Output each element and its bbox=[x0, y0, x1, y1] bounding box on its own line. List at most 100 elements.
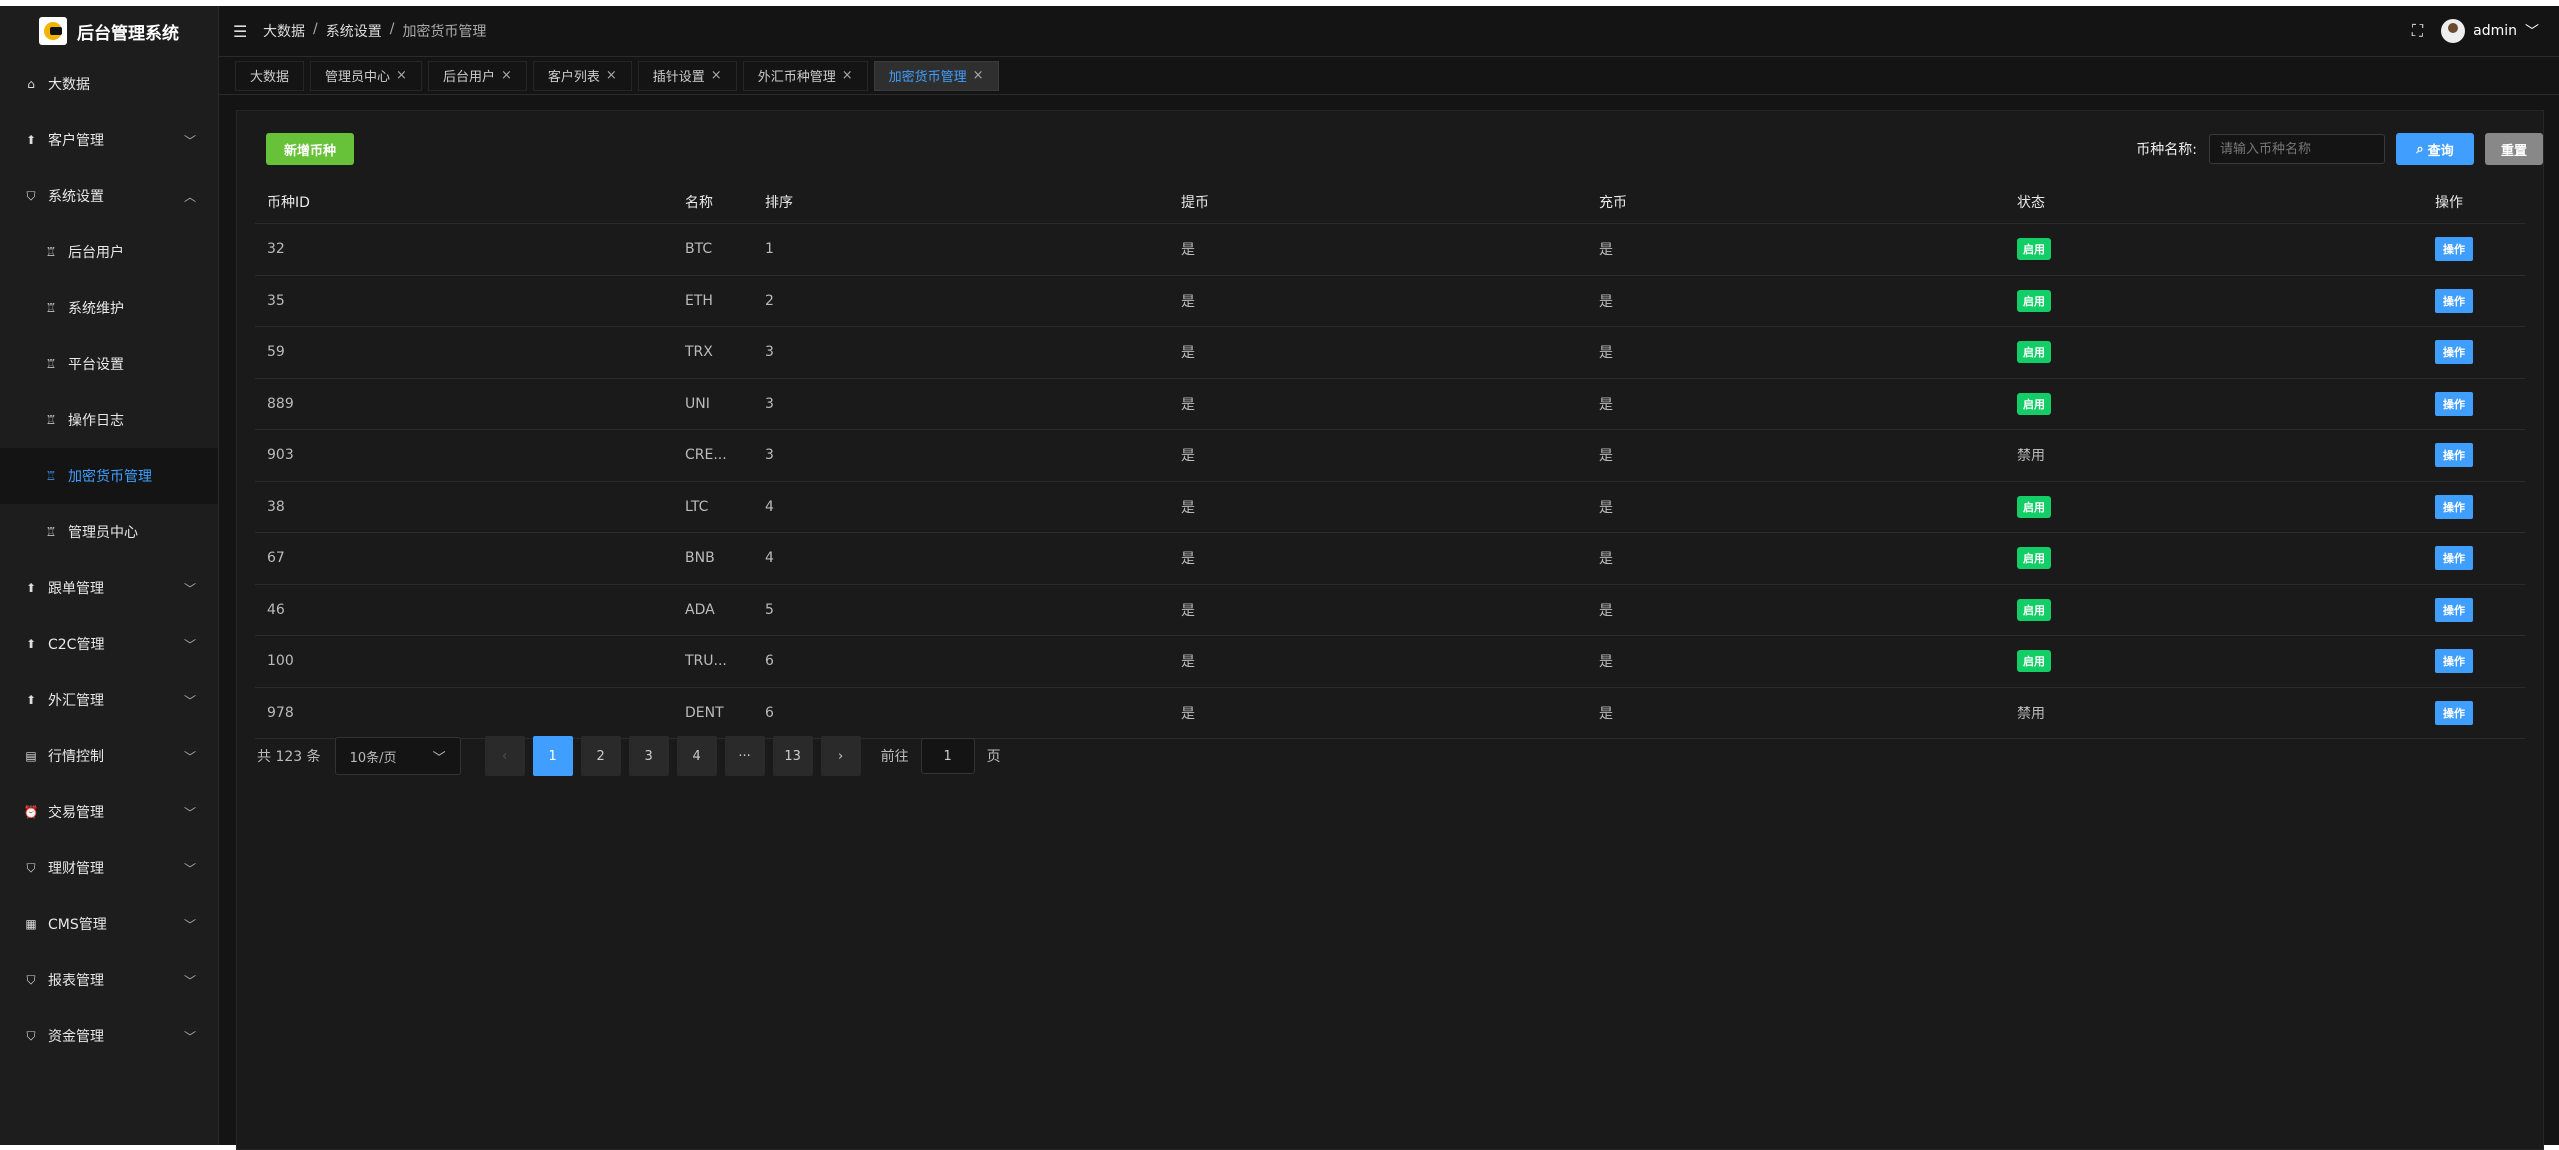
operate-button[interactable]: 操作 bbox=[2435, 649, 2473, 674]
username: admin bbox=[2473, 23, 2517, 39]
thumb-icon: ♖ bbox=[45, 301, 57, 315]
status-badge: 启用 bbox=[2017, 495, 2051, 518]
breadcrumb-separator: / bbox=[389, 21, 395, 37]
operate-button[interactable]: 操作 bbox=[2435, 237, 2473, 262]
sidebar-item[interactable]: ♖ 平台设置 bbox=[0, 336, 218, 392]
column-header: 提币 bbox=[1169, 181, 1587, 224]
cell-status: 禁用 bbox=[2005, 687, 2423, 739]
cell-withdraw: 是 bbox=[1169, 429, 1587, 482]
chevron-down-icon: ﹀ bbox=[183, 974, 196, 988]
sidebar-item-label: 加密货币管理 bbox=[68, 469, 152, 485]
chevron-up-icon: ︿ bbox=[183, 190, 196, 204]
sidebar-item[interactable]: ⌂ 大数据 bbox=[0, 56, 218, 112]
cell-status: 启用 bbox=[2005, 481, 2423, 533]
page-size-select[interactable]: 10条/页 ﹀ bbox=[334, 737, 461, 775]
page-button[interactable]: 13 bbox=[772, 736, 813, 776]
sidebar-item[interactable]: ⬆ 客户管理 ﹀ bbox=[0, 112, 218, 168]
sidebar-item[interactable]: ♖ 管理员中心 bbox=[0, 504, 218, 560]
hamburger-icon[interactable]: ☰ bbox=[233, 22, 253, 41]
tab-label: 大数据 bbox=[250, 70, 290, 85]
currency-table: 币种ID 名称 排序 提币 充币 状态 操作 32 BTC 1 是是启用 操作 35 ETH 2 是是启用操… bbox=[255, 181, 2525, 739]
sidebar-item[interactable]: ♖ 加密货币管理 bbox=[0, 448, 218, 504]
tab[interactable]: 大数据 bbox=[235, 60, 305, 91]
breadcrumb-item-settings[interactable]: 系统设置 bbox=[326, 21, 382, 41]
sidebar-item[interactable]: ▦ CMS管理 ﹀ bbox=[0, 896, 218, 952]
cell-sort: 5 bbox=[753, 584, 1169, 636]
pagination: 共 123 条 10条/页 ﹀ ‹1234···13› 前往 页 bbox=[257, 736, 1001, 776]
operate-button[interactable]: 操作 bbox=[2435, 443, 2473, 468]
sidebar-item[interactable]: ♖ 后台用户 bbox=[0, 224, 218, 280]
search-label: 币种名称: bbox=[2136, 142, 2197, 158]
tab[interactable]: 插针设置 × bbox=[637, 60, 737, 91]
query-button[interactable]: ⌕ 查询 bbox=[2396, 133, 2474, 165]
cell-id: 38 bbox=[255, 481, 673, 533]
cell-id: 46 bbox=[255, 584, 673, 636]
fullscreen-icon[interactable]: ⛶ bbox=[2412, 21, 2423, 41]
operate-button[interactable]: 操作 bbox=[2435, 288, 2473, 313]
operate-button[interactable]: 操作 bbox=[2435, 700, 2473, 725]
cell-name: BTC bbox=[673, 223, 753, 276]
tab[interactable]: 客户列表 × bbox=[532, 60, 632, 91]
page-button[interactable]: 2 bbox=[580, 736, 621, 776]
table-row: 59 TRX 3 是是启用 操作 bbox=[255, 326, 2525, 379]
sidebar-item[interactable]: ▤ 行情控制 ﹀ bbox=[0, 728, 218, 784]
cell-withdraw: 是 bbox=[1169, 326, 1587, 379]
sidebar-item[interactable]: ⛉ 资金管理 ﹀ bbox=[0, 1008, 218, 1064]
tab[interactable]: 加密货币管理 × bbox=[873, 60, 999, 91]
cell-sort: 6 bbox=[753, 635, 1169, 688]
add-currency-button[interactable]: 新增币种 bbox=[266, 133, 354, 165]
sidebar-item-label: 行情控制 bbox=[48, 749, 104, 765]
cell-id: 903 bbox=[255, 429, 673, 482]
sidebar-item[interactable]: ⏰ 交易管理 ﹀ bbox=[0, 784, 218, 840]
user-menu[interactable]: admin ﹀ bbox=[2441, 19, 2539, 43]
sidebar-item[interactable]: ♖ 系统维护 bbox=[0, 280, 218, 336]
status-badge: 启用 bbox=[2017, 238, 2051, 261]
search-input[interactable] bbox=[2209, 134, 2385, 164]
tab[interactable]: 外汇币种管理 × bbox=[742, 60, 868, 91]
cell-sort: 2 bbox=[753, 275, 1169, 327]
close-icon[interactable]: × bbox=[501, 68, 512, 83]
cell-action: 操作 bbox=[2423, 275, 2525, 327]
goto-page-input[interactable] bbox=[920, 738, 975, 774]
breadcrumb-separator: / bbox=[313, 21, 318, 37]
cell-name: TRU... bbox=[673, 635, 753, 688]
cell-deposit: 是 bbox=[1587, 687, 2005, 739]
cell-deposit: 是 bbox=[1587, 584, 2005, 636]
close-icon[interactable]: × bbox=[842, 68, 853, 83]
cell-action: 操作 bbox=[2423, 635, 2525, 688]
close-icon[interactable]: × bbox=[396, 68, 407, 83]
sidebar-item[interactable]: ♖ 操作日志 bbox=[0, 392, 218, 448]
tab[interactable]: 管理员中心 × bbox=[310, 60, 422, 91]
page-button[interactable]: 4 bbox=[676, 736, 717, 776]
close-icon[interactable]: × bbox=[711, 68, 722, 83]
operate-button[interactable]: 操作 bbox=[2435, 391, 2473, 416]
sidebar-item[interactable]: ⛉ 理财管理 ﹀ bbox=[0, 840, 218, 896]
operate-button[interactable]: 操作 bbox=[2435, 340, 2473, 365]
status-badge: 禁用 bbox=[2017, 705, 2045, 722]
goto-page: 前往 页 bbox=[881, 738, 1001, 774]
sidebar-item[interactable]: ⬆ C2C管理 ﹀ bbox=[0, 616, 218, 672]
operate-button[interactable]: 操作 bbox=[2435, 494, 2473, 519]
page-button[interactable]: ··· bbox=[724, 736, 765, 776]
sidebar-item[interactable]: ⛉ 报表管理 ﹀ bbox=[0, 952, 218, 1008]
shield-icon: ⛉ bbox=[26, 972, 36, 987]
operate-button[interactable]: 操作 bbox=[2435, 546, 2473, 571]
breadcrumb-item-home[interactable]: 大数据 bbox=[263, 21, 305, 41]
breadcrumb-item-current: 加密货币管理 bbox=[402, 24, 487, 40]
sidebar-item[interactable]: ⬆ 跟单管理 ﹀ bbox=[0, 560, 218, 616]
sidebar-item-label: 外汇管理 bbox=[48, 693, 104, 709]
prev-page-button[interactable]: ‹ bbox=[484, 736, 525, 776]
close-icon[interactable]: × bbox=[973, 68, 984, 83]
tab[interactable]: 后台用户 × bbox=[427, 60, 527, 91]
page-button[interactable]: 1 bbox=[532, 736, 573, 776]
sidebar-item[interactable]: ⬆ 外汇管理 ﹀ bbox=[0, 672, 218, 728]
table-row: 35 ETH 2 是是启用 操作 bbox=[255, 275, 2525, 327]
sidebar-item[interactable]: ⛉ 系统设置 ︿ bbox=[0, 168, 218, 224]
reset-button[interactable]: 重置 bbox=[2485, 133, 2543, 165]
operate-button[interactable]: 操作 bbox=[2435, 597, 2473, 622]
page-button[interactable]: 3 bbox=[628, 736, 669, 776]
cell-action: 操作 bbox=[2423, 481, 2525, 533]
next-page-button[interactable]: › bbox=[820, 736, 861, 776]
cell-sort: 6 bbox=[753, 687, 1169, 739]
close-icon[interactable]: × bbox=[606, 68, 617, 83]
